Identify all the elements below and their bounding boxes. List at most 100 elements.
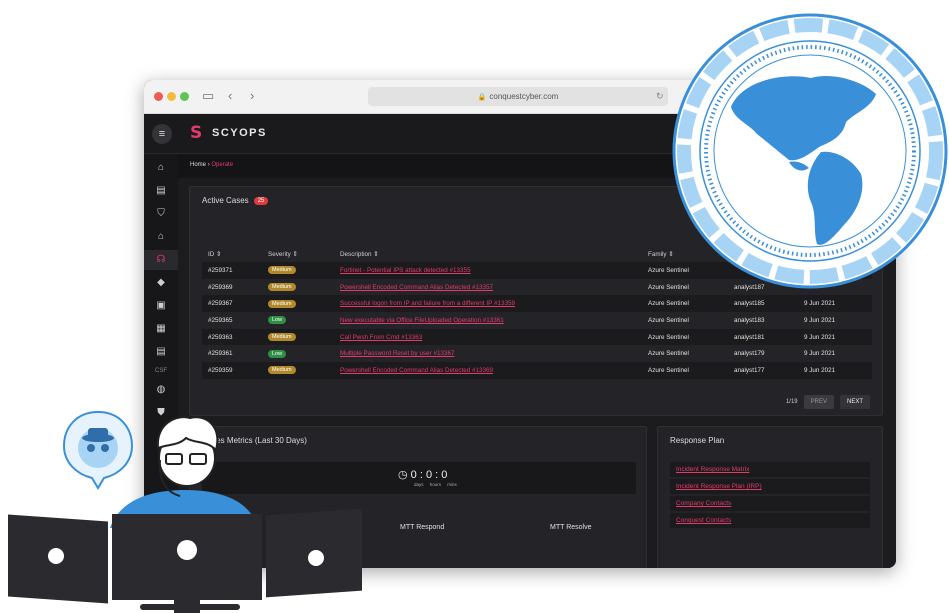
case-count-badge: 25	[253, 197, 269, 205]
severity-badge: Medium	[268, 283, 296, 292]
incident-response-plan-link[interactable]: Incident Response Plan (IRP)	[670, 479, 870, 494]
mtt-resolve-label: MTT Resolve	[550, 524, 592, 531]
scyops-logo-icon: S	[190, 123, 203, 143]
pagination: 1/19 PREV NEXT	[786, 395, 870, 409]
lock-icon: 🔒	[477, 94, 487, 101]
forward-icon[interactable]: ›	[250, 89, 254, 103]
case-description: Powershell Encoded Command Alias Detecte…	[334, 278, 642, 296]
case-id: #259369	[202, 278, 262, 296]
table-row[interactable]: #259363 Medium Call Pwsh From Cmd #13363 Az…	[202, 328, 872, 346]
chip-icon[interactable]: ▣	[144, 296, 178, 316]
case-date: 9 Jun 2021	[798, 345, 872, 363]
case-description: Call Pwsh From Cmd #13363	[334, 328, 642, 346]
case-analyst: analyst185	[728, 295, 798, 313]
case-link[interactable]: New executable via Office FileUploaded O…	[340, 317, 504, 324]
case-analyst: analyst179	[728, 345, 798, 363]
severity-badge: Low	[268, 349, 287, 358]
case-id: #259367	[202, 295, 262, 313]
response-plan-panel: Response Plan Incident Response Matrix I…	[657, 426, 883, 568]
table-row[interactable]: #259361 Low Multiple Password Reset by use…	[202, 345, 872, 363]
breadcrumb-separator: ›	[207, 162, 210, 168]
address-text: conquestcyber.com	[489, 92, 559, 101]
case-severity: Medium	[262, 262, 334, 279]
case-severity: Low	[262, 312, 334, 329]
sidebar-toggle-icon[interactable]: ▭	[202, 89, 214, 103]
page-indicator: 1/19	[785, 399, 798, 405]
case-date: 9 Jun 2021	[798, 312, 872, 329]
active-cases-label: Active Cases	[202, 196, 249, 205]
brand-logo[interactable]: S SCYOPS	[190, 124, 267, 142]
case-id: #259365	[202, 312, 262, 329]
case-severity: Medium	[262, 295, 334, 313]
minimize-window-button[interactable]	[167, 92, 176, 101]
case-link[interactable]: Powershell Encoded Command Alias Detecte…	[340, 367, 493, 374]
case-date: 9 Jun 2021	[798, 328, 872, 346]
headset-icon[interactable]: ☊	[144, 250, 178, 270]
close-window-button[interactable]	[154, 92, 163, 101]
prev-button[interactable]: PREV	[803, 395, 834, 409]
server-icon[interactable]: ▤	[144, 181, 178, 201]
case-description: Successful logon from IP and failure fro…	[334, 295, 642, 313]
severity-badge: Medium	[268, 299, 296, 308]
mtt-respond-label: MTT Respond	[400, 524, 445, 531]
case-family: Azure Sentinel	[642, 295, 728, 313]
incident-response-matrix-link[interactable]: Incident Response Matrix	[670, 462, 870, 477]
case-family: Azure Sentinel	[642, 345, 728, 363]
home-icon[interactable]: ⌂	[144, 158, 178, 178]
address-bar[interactable]: 🔒 conquestcyber.com	[368, 87, 668, 106]
table-row[interactable]: #259359 Medium Powershell Encoded Command …	[202, 362, 872, 379]
case-link[interactable]: Multiple Password Reset by user #13367	[340, 350, 454, 357]
col-severity[interactable]: Severity ⇕	[262, 246, 334, 262]
table-row[interactable]: #259365 Low New executable via Office File…	[202, 312, 872, 329]
menu-icon[interactable]: ≡	[152, 124, 172, 144]
case-severity: Medium	[262, 278, 334, 296]
col-description[interactable]: Description ⇕	[334, 246, 642, 262]
conquest-contacts-link[interactable]: Conquest Contacts	[670, 513, 870, 528]
case-id: #259363	[202, 328, 262, 346]
severity-badge: Medium	[268, 366, 296, 375]
case-family: Azure Sentinel	[642, 328, 728, 346]
case-analyst: analyst177	[728, 362, 798, 379]
shield-icon[interactable]: ⛉	[144, 204, 178, 224]
table-row[interactable]: #259367 Medium Successful logon from IP an…	[202, 295, 872, 313]
clock-readout: ◷ 0 : 0 : 0	[398, 469, 448, 481]
case-link[interactable]: Call Pwsh From Cmd #13363	[340, 334, 422, 341]
chart-icon[interactable]: ▦	[144, 319, 178, 339]
reload-icon[interactable]: ↻	[656, 91, 664, 102]
maximize-window-button[interactable]	[180, 92, 189, 101]
globe-icon[interactable]: ◍	[144, 380, 178, 400]
col-id[interactable]: ID ⇕	[202, 246, 262, 262]
breadcrumb-current: Operate	[211, 162, 234, 168]
case-date: 9 Jun 2021	[798, 362, 872, 379]
case-id: #259371	[202, 262, 262, 279]
back-icon[interactable]: ‹	[228, 89, 232, 103]
case-id: #259359	[202, 362, 262, 379]
case-description: Fortinet - Potential IPS attack detected…	[334, 262, 642, 279]
active-cases-title: Active Cases 25	[202, 196, 269, 205]
severity-badge: Medium	[268, 266, 296, 275]
document-icon[interactable]: ▤	[144, 342, 178, 362]
case-severity: Medium	[262, 328, 334, 346]
breadcrumb-home[interactable]: Home	[190, 162, 206, 168]
sidebar-section-label: CSF	[155, 368, 167, 374]
spy-avatar-icon	[62, 410, 134, 490]
case-description: Multiple Password Reset by user #13367	[334, 345, 642, 363]
case-description: New executable via Office FileUploaded O…	[334, 312, 642, 329]
severity-badge: Medium	[268, 333, 296, 342]
clock-units: days hours mins	[414, 482, 457, 487]
next-button[interactable]: NEXT	[839, 395, 870, 409]
stage: ▭ ‹ › 🔒 conquestcyber.com ↻ ≡ S SCYOPS ⌂ …	[0, 0, 949, 613]
analyst-illustration	[8, 410, 362, 613]
severity-badge: Low	[268, 316, 287, 325]
case-analyst: analyst181	[728, 328, 798, 346]
clock-value: 0 : 0 : 0	[410, 469, 448, 481]
box-icon[interactable]: ◆	[144, 273, 178, 293]
case-link[interactable]: Fortinet - Potential IPS attack detected…	[340, 267, 471, 274]
case-link[interactable]: Successful logon from IP and failure fro…	[340, 300, 515, 307]
brand-name: SCYOPS	[212, 127, 267, 139]
company-contacts-link[interactable]: Company Contacts	[670, 496, 870, 511]
bank-icon[interactable]: ⌂	[144, 227, 178, 247]
case-link[interactable]: Powershell Encoded Command Alias Detecte…	[340, 284, 493, 291]
case-severity: Medium	[262, 362, 334, 379]
case-description: Powershell Encoded Command Alias Detecte…	[334, 362, 642, 379]
